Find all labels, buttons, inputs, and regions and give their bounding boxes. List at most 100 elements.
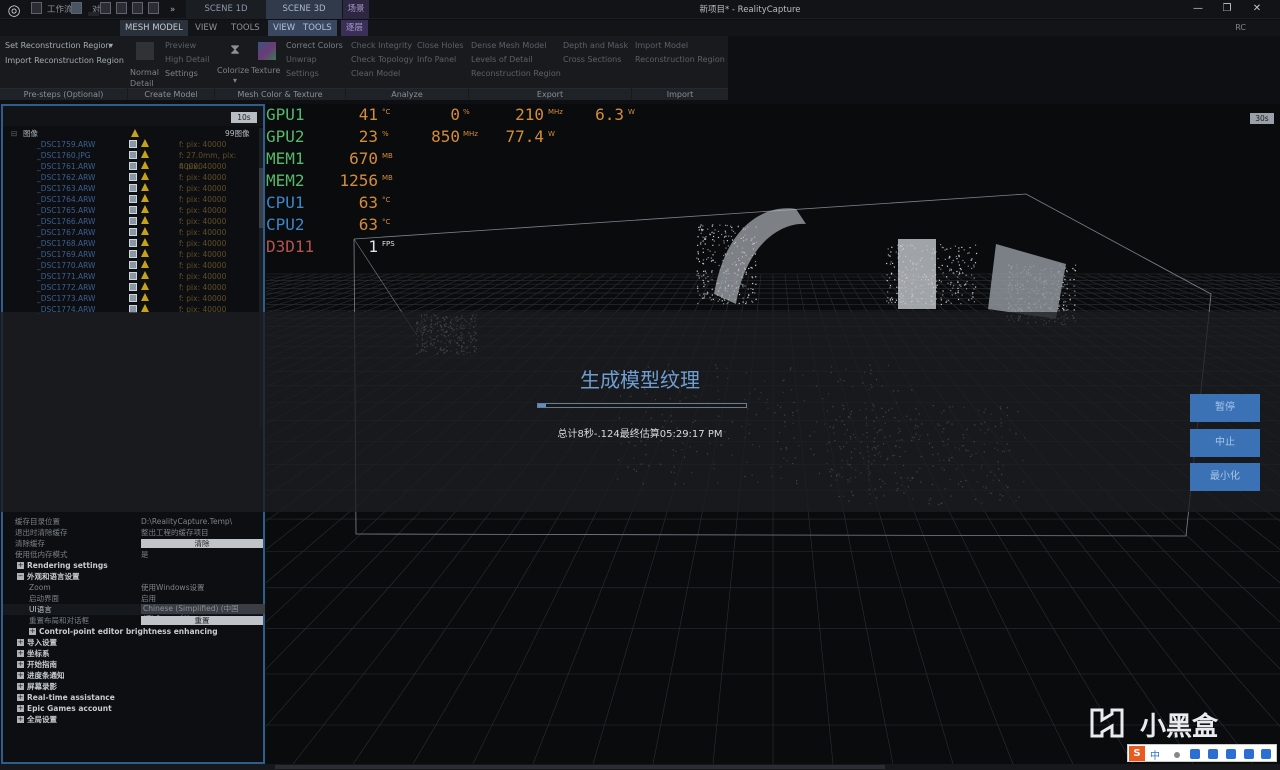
tab-mesh-model[interactable]: MESH MODEL <box>120 20 188 36</box>
collapse-icon[interactable]: ⊟ <box>11 128 17 139</box>
group-coord-system[interactable]: + 坐标系 <box>3 648 263 659</box>
expand-icon[interactable]: + <box>17 639 24 646</box>
setting-cache-location[interactable]: 缓存目录位置 D:\RealityCapture.Temp\ <box>3 516 263 527</box>
layout-3-icon[interactable] <box>116 2 127 14</box>
image-enabled-checkbox[interactable] <box>129 239 137 247</box>
group-cp-brightness[interactable]: + Control-point editor brightness enhanci… <box>3 626 263 637</box>
tab-views[interactable]: 逐层 <box>341 20 369 36</box>
expand-icon[interactable]: + <box>17 705 24 712</box>
tab-scene-3d[interactable]: SCENE 3D <box>266 0 342 19</box>
group-progress-notify[interactable]: + 进度条通知 <box>3 670 263 681</box>
reset-layout-button[interactable]: 重置 <box>141 616 263 625</box>
toolbox-icon[interactable] <box>1261 749 1271 759</box>
image-row[interactable]: _DSC1763.ARW f: pix: 40000 <box>3 183 258 194</box>
image-row[interactable]: _DSC1759.ARW f: pix: 40000 <box>3 139 258 150</box>
image-enabled-checkbox[interactable] <box>129 283 137 291</box>
export-region-button[interactable]: Reconstruction Region <box>471 69 561 78</box>
image-row[interactable]: _DSC1772.ARW f: pix: 40000 <box>3 282 258 293</box>
image-row[interactable]: _DSC1764.ARW f: pix: 40000 <box>3 194 258 205</box>
horizontal-scrollbar[interactable] <box>275 765 885 769</box>
clean-model-button[interactable]: Clean Model <box>351 69 400 78</box>
expand-icon[interactable]: + <box>17 650 24 657</box>
check-integrity-button[interactable]: Check Integrity <box>351 41 412 50</box>
tab-view-3d[interactable]: VIEW <box>268 20 301 36</box>
setting-low-memory[interactable]: 使用低内存模式 是 <box>3 549 263 560</box>
create-settings-button[interactable]: Settings <box>165 69 198 78</box>
export-depth-button[interactable]: Depth and Mask <box>563 41 628 50</box>
emoji-icon[interactable] <box>1190 749 1200 759</box>
high-detail-button[interactable]: High Detail <box>165 55 210 64</box>
image-enabled-checkbox[interactable] <box>129 261 137 269</box>
setting-zoom[interactable]: Zoom 使用Windows设置 <box>3 582 263 593</box>
quick-access-icon[interactable] <box>31 2 42 14</box>
image-row[interactable]: _DSC1769.ARW f: pix: 40000 <box>3 249 258 260</box>
maximize-window-icon[interactable]: ❐ <box>1220 2 1234 16</box>
expand-icon[interactable]: + <box>29 628 36 635</box>
group-rendering[interactable]: + Rendering settings <box>3 560 263 571</box>
image-row[interactable]: _DSC1768.ARW f: pix: 40000 <box>3 238 258 249</box>
expand-icon[interactable]: + <box>17 672 24 679</box>
expand-icon[interactable]: + <box>17 562 24 569</box>
skin-icon[interactable] <box>1244 749 1254 759</box>
expand-icon[interactable]: + <box>17 683 24 690</box>
layout-4-icon[interactable] <box>132 2 143 14</box>
correct-colors-button[interactable]: Correct Colors <box>286 41 343 50</box>
more-icon[interactable]: » <box>170 3 175 17</box>
group-import[interactable]: + 导入设置 <box>3 637 263 648</box>
image-enabled-checkbox[interactable] <box>129 217 137 225</box>
group-epic-account[interactable]: + Epic Games account <box>3 703 263 714</box>
image-enabled-checkbox[interactable] <box>129 162 137 170</box>
ime-brand-icon[interactable]: S <box>1129 746 1145 761</box>
layout-1-icon[interactable] <box>71 2 82 14</box>
group-appearance[interactable]: − 外观和语言设置 <box>3 571 263 582</box>
layout-5-icon[interactable] <box>148 2 159 14</box>
tab-scene-views[interactable]: 场景 <box>343 0 369 19</box>
normal-detail-button[interactable]: Normal Detail <box>130 67 160 89</box>
image-row[interactable]: _DSC1766.ARW f: pix: 40000 <box>3 216 258 227</box>
set-region-button[interactable]: Set Reconstruction Region <box>5 41 110 50</box>
microphone-icon[interactable] <box>1208 749 1218 759</box>
ime-mode[interactable]: 中 <box>1150 747 1160 762</box>
punctuation-icon[interactable] <box>1174 752 1180 758</box>
image-row[interactable]: _DSC1762.ARW f: pix: 40000 <box>3 172 258 183</box>
export-lod-button[interactable]: Levels of Detail <box>471 55 533 64</box>
image-row[interactable]: _DSC1765.ARW f: pix: 40000 <box>3 205 258 216</box>
image-enabled-checkbox[interactable] <box>129 140 137 148</box>
stop-button[interactable]: 中止 <box>1190 429 1260 457</box>
setting-clear-on-exit[interactable]: 退出时清除缓存 整出工程的缓存项目 <box>3 527 263 538</box>
unwrap-button[interactable]: Unwrap <box>286 55 317 64</box>
group-realtime[interactable]: + Real-time assistance <box>3 692 263 703</box>
info-panel-button[interactable]: Info Panel <box>417 55 456 64</box>
app-logo-icon[interactable]: ◎ <box>3 1 25 19</box>
image-enabled-checkbox[interactable] <box>129 151 137 159</box>
pause-button[interactable]: 暂停 <box>1190 394 1260 422</box>
close-holes-button[interactable]: Close Holes <box>417 41 464 50</box>
export-dense-button[interactable]: Dense Mesh Model <box>471 41 546 50</box>
group-start-guide[interactable]: + 开始指南 <box>3 659 263 670</box>
image-row[interactable]: _DSC1760.JPG f: 27.0mm, pix: 40000 <box>3 150 258 171</box>
minimize-window-icon[interactable]: — <box>1191 2 1205 16</box>
image-row[interactable]: _DSC1767.ARW f: pix: 40000 <box>3 227 258 238</box>
image-row[interactable]: _DSC1770.ARW f: pix: 40000 <box>3 260 258 271</box>
tab-scene-1d[interactable]: SCENE 1D <box>186 0 266 19</box>
collapse-icon[interactable]: − <box>17 573 24 580</box>
scroll-thumb[interactable] <box>259 168 263 228</box>
chevron-down-icon[interactable]: ▾ <box>233 76 237 85</box>
image-enabled-checkbox[interactable] <box>129 228 137 236</box>
tab-tools-3d[interactable]: TOOLS <box>298 20 337 36</box>
tab-tools[interactable]: TOOLS <box>226 20 265 36</box>
image-row[interactable]: _DSC1771.ARW f: pix: 40000 <box>3 271 258 282</box>
rc-label[interactable]: RC <box>1235 23 1246 32</box>
image-enabled-checkbox[interactable] <box>129 250 137 258</box>
close-window-icon[interactable]: ✕ <box>1250 2 1264 16</box>
expand-icon[interactable]: + <box>17 694 24 701</box>
tab-view[interactable]: VIEW <box>190 20 222 36</box>
clear-cache-button[interactable]: 清除 <box>141 539 263 548</box>
import-model-button[interactable]: Import Model <box>635 41 688 50</box>
color-settings-button[interactable]: Settings <box>286 69 319 78</box>
image-row[interactable]: _DSC1773.ARW f: pix: 40000 <box>3 293 258 304</box>
expand-icon[interactable]: + <box>17 716 24 723</box>
image-enabled-checkbox[interactable] <box>129 173 137 181</box>
image-enabled-checkbox[interactable] <box>129 206 137 214</box>
import-recon-region-button[interactable]: Reconstruction Region <box>635 55 725 64</box>
